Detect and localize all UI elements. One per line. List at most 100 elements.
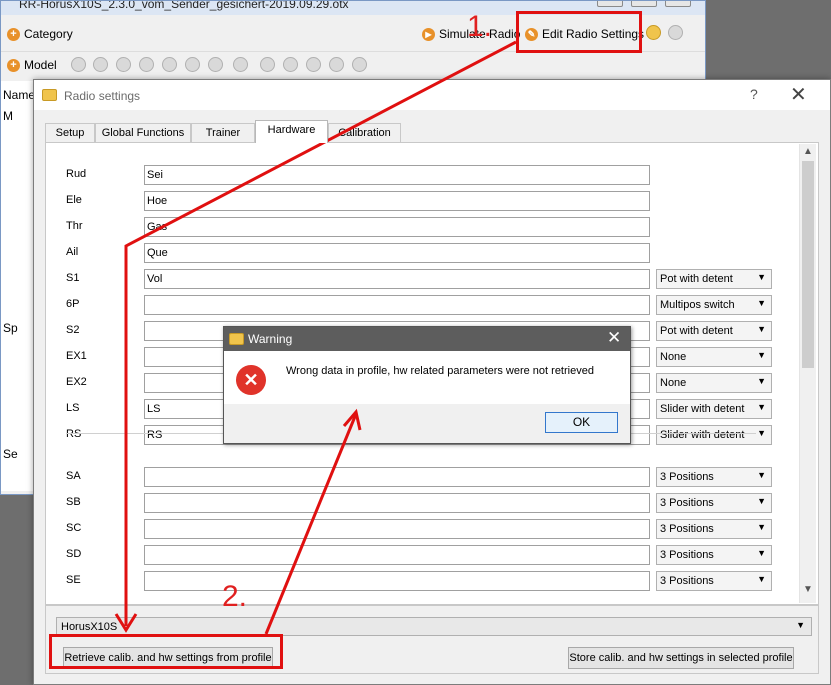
delete-icon[interactable] (93, 57, 108, 72)
hardware-type-select[interactable]: None ▼ (656, 373, 772, 393)
duplicate-icon[interactable] (208, 57, 223, 72)
hardware-name-input[interactable]: Gas (144, 217, 650, 237)
tree-item-models[interactable]: M (3, 109, 13, 123)
warning-message: Wrong data in profile, hw related parame… (286, 365, 594, 377)
magic-wand-icon[interactable] (283, 57, 298, 72)
add-icon: + (7, 27, 20, 41)
hardware-type-select[interactable]: 3 Positions ▼ (656, 467, 772, 487)
hardware-row-label: Thr (66, 220, 83, 232)
hardware-name-input[interactable] (144, 493, 650, 513)
scrollbar-thumb[interactable] (802, 161, 814, 368)
model-toolbar: + Model (1, 51, 705, 77)
hardware-name-input[interactable] (144, 545, 650, 565)
hardware-row-label: SA (66, 470, 81, 482)
wizard-icon[interactable] (185, 57, 200, 72)
hardware-type-select[interactable]: 3 Positions ▼ (656, 519, 772, 539)
hardware-type-select[interactable]: 3 Positions ▼ (656, 545, 772, 565)
hardware-row-label: S2 (66, 324, 80, 336)
hardware-type-select[interactable]: Pot with detent ▼ (656, 269, 772, 289)
tab-trainer[interactable]: Trainer (191, 123, 255, 143)
hardware-row-sc: SC 3 Positions ▼ (66, 519, 786, 539)
cut-icon[interactable] (116, 57, 131, 72)
star-icon[interactable] (306, 57, 321, 72)
close-window-button[interactable] (665, 1, 691, 7)
new-document-icon[interactable] (260, 57, 275, 72)
hardware-type-select[interactable]: None ▼ (656, 347, 772, 367)
scroll-down-icon[interactable]: ▼ (803, 584, 813, 595)
hardware-row-se: SE 3 Positions ▼ (66, 571, 786, 591)
hardware-row-ele: Ele Hoe (66, 191, 786, 211)
print-icon[interactable] (329, 57, 344, 72)
category-label: Category (24, 27, 73, 41)
chevron-down-icon: ▼ (757, 522, 766, 532)
hardware-type-select[interactable]: Slider with detent ▼ (656, 399, 772, 419)
hardware-type-value: None (660, 377, 687, 389)
tab-global-functions[interactable]: Global Functions (95, 123, 191, 143)
profile-select-value: HorusX10S (61, 621, 118, 633)
scroll-up-icon[interactable]: ▲ (803, 146, 813, 157)
chevron-down-icon: ▼ (757, 376, 766, 386)
hardware-row-label: EX2 (66, 376, 87, 388)
ok-button[interactable]: OK (545, 412, 618, 433)
tree-header-name: Name (3, 88, 36, 102)
folder-icon[interactable] (646, 25, 661, 40)
hardware-row-label: SD (66, 548, 82, 560)
hardware-type-select[interactable]: Slider with detent ▼ (656, 425, 772, 445)
hardware-type-value: 3 Positions (660, 575, 714, 587)
hardware-type-value: Multipos switch (660, 299, 735, 311)
close-icon[interactable]: ✕ (607, 328, 621, 348)
error-icon: ✕ (236, 365, 266, 395)
folder-icon (229, 333, 244, 345)
hardware-type-select[interactable]: Pot with detent ▼ (656, 321, 772, 341)
chevron-down-icon: ▼ (757, 402, 766, 412)
hardware-name-input[interactable] (144, 519, 650, 539)
vertical-scrollbar[interactable]: ▲ ▼ (799, 144, 816, 603)
highlight-edit-radio-settings (516, 11, 642, 53)
tab-hardware[interactable]: Hardware (255, 120, 328, 143)
hardware-row-label: SB (66, 496, 81, 508)
hardware-type-value: Slider with detent (660, 429, 745, 441)
move-icon[interactable] (233, 57, 248, 72)
tab-calibration[interactable]: Calibration (328, 123, 401, 143)
copy-icon[interactable] (668, 25, 683, 40)
close-icon[interactable]: ✕ (790, 82, 807, 107)
hardware-type-value: Pot with detent (660, 325, 733, 337)
hardware-row-label: EX1 (66, 350, 87, 362)
tree-item-sp[interactable]: Sp (3, 321, 18, 335)
tab-setup[interactable]: Setup (45, 123, 95, 143)
hardware-name-input[interactable] (144, 467, 650, 487)
paste-icon[interactable] (162, 57, 177, 72)
store-settings-button[interactable]: Store calib. and hw settings in selected… (568, 647, 794, 669)
hardware-name-input[interactable]: Vol (144, 269, 650, 289)
hardware-name-input[interactable]: Sei (144, 165, 650, 185)
edit-model-icon[interactable] (71, 57, 86, 72)
hardware-type-select[interactable]: Multipos switch ▼ (656, 295, 772, 315)
step-2-label: 2. (222, 580, 248, 613)
copy-model-icon[interactable] (139, 57, 154, 72)
hardware-row-rud: Rud Sei (66, 165, 786, 185)
hardware-name-input[interactable]: Que (144, 243, 650, 263)
hardware-row-sd: SD 3 Positions ▼ (66, 545, 786, 565)
model-button[interactable]: + Model (7, 54, 57, 76)
hardware-row-thr: Thr Gas (66, 217, 786, 237)
hardware-type-value: None (660, 351, 687, 363)
hardware-name-input[interactable]: Hoe (144, 191, 650, 211)
hardware-name-input[interactable] (144, 571, 650, 591)
category-button[interactable]: + Category (7, 23, 73, 45)
chevron-down-icon: ▼ (757, 548, 766, 558)
maximize-button[interactable] (631, 1, 657, 7)
hardware-name-input[interactable] (144, 295, 650, 315)
chevron-down-icon: ▼ (757, 350, 766, 360)
main-window-title: RR-HorusX10S_2.3.0_vom_Sender_gesichert-… (19, 1, 349, 11)
help-button[interactable]: ? (750, 86, 758, 102)
hardware-type-select[interactable]: 3 Positions ▼ (656, 571, 772, 591)
radio-settings-title: Radio settings (64, 89, 141, 103)
chevron-down-icon: ▼ (757, 470, 766, 480)
minimize-button[interactable] (597, 1, 623, 7)
play-model-icon[interactable] (352, 57, 367, 72)
hardware-row-ail: Ail Que (66, 243, 786, 263)
hardware-type-select[interactable]: 3 Positions ▼ (656, 493, 772, 513)
hardware-row-sa: SA 3 Positions ▼ (66, 467, 786, 487)
hardware-row-label: S1 (66, 272, 80, 284)
tree-item-se[interactable]: Se (3, 447, 18, 461)
